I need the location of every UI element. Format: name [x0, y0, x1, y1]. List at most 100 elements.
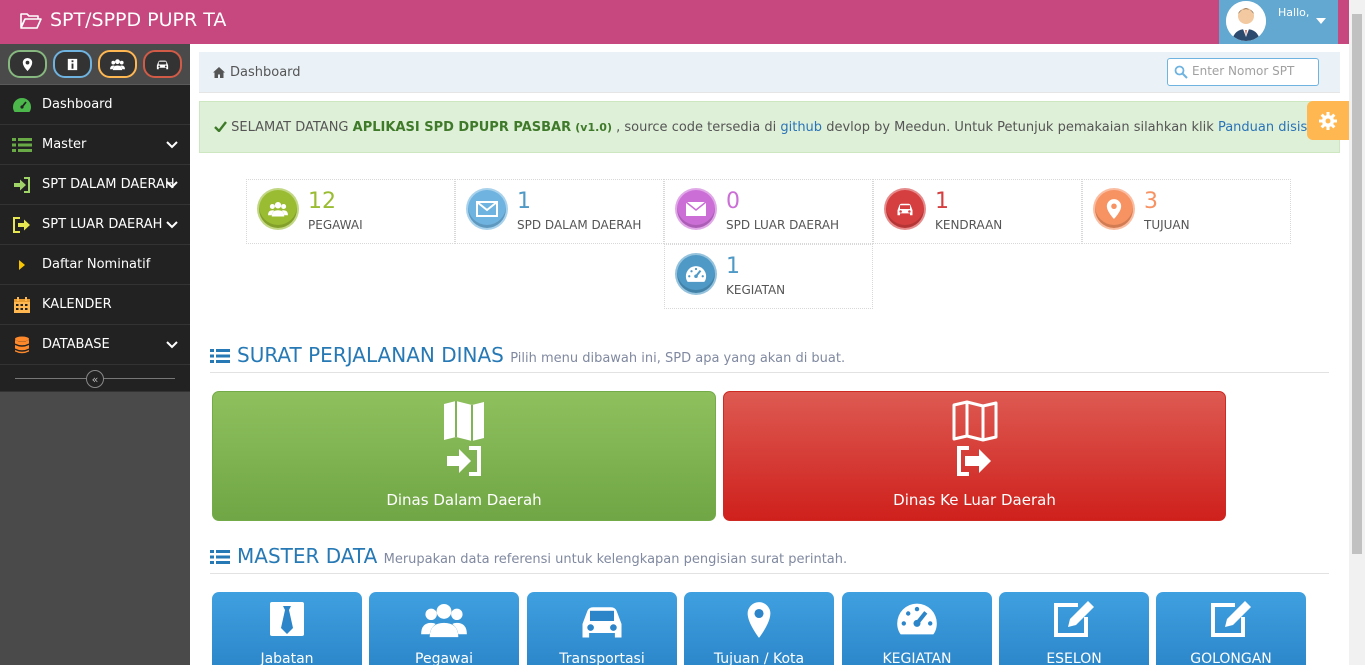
- infobox-pegawai[interactable]: 12 PEGAWAI: [246, 179, 455, 244]
- search-input[interactable]: [1192, 64, 1314, 78]
- master-section-header: MASTER DATA Merupakan data referensi unt…: [210, 544, 1329, 574]
- breadcrumb-item[interactable]: Dashboard: [213, 65, 301, 80]
- search-box[interactable]: [1167, 58, 1319, 86]
- shortcut-car-button[interactable]: [143, 50, 182, 78]
- shortcut-location-button[interactable]: [8, 50, 47, 78]
- section-title-text: SURAT PERJALANAN DINAS: [237, 343, 504, 367]
- tile-label: ESELON: [1046, 651, 1102, 665]
- list-icon: [210, 349, 230, 363]
- infobox-value: 0: [726, 189, 740, 214]
- chevron-down-icon: [166, 178, 178, 194]
- calendar-icon: [12, 296, 32, 314]
- map-marker-icon: [22, 57, 33, 71]
- alert-after-text: devlop by Meedun. Untuk Petunjuk pemakai…: [826, 120, 1214, 135]
- search-icon: [1174, 65, 1188, 79]
- section-title: SURAT PERJALANAN DINAS Pilih menu dibawa…: [237, 343, 845, 367]
- infobox-value: 12: [308, 189, 336, 214]
- info-icon: [67, 58, 78, 70]
- master-tile-pegawai[interactable]: Pegawai: [369, 592, 519, 665]
- page-scrollbar[interactable]: [1349, 0, 1365, 665]
- master-tile-eselon[interactable]: ESELON: [999, 592, 1149, 665]
- guide-link[interactable]: Panduan disisni: [1218, 120, 1319, 135]
- sidebar-item-dashboard[interactable]: Dashboard: [0, 85, 190, 125]
- infobox-label: KENDRAAN: [935, 218, 1003, 232]
- app-title: SPT/SPPD PUPR TA: [50, 9, 227, 31]
- sign-in-icon: [447, 446, 481, 476]
- sidebar-collapse-button[interactable]: «: [86, 370, 104, 388]
- car-icon: [156, 60, 169, 69]
- sidebar-item-label: KALENDER: [42, 297, 112, 312]
- sidebar-item-label: DATABASE: [42, 337, 110, 352]
- envelope-icon: [466, 188, 508, 230]
- infobox-kegiatan[interactable]: 1 KEGIATAN: [664, 244, 873, 309]
- welcome-alert: SELAMAT DATANG APLIKASI SPD DPUPR PASBAR…: [199, 101, 1340, 153]
- infobox-tujuan[interactable]: 3 TUJUAN: [1082, 179, 1291, 244]
- master-tile-golongan[interactable]: GOLONGAN: [1156, 592, 1306, 665]
- section-title: MASTER DATA Merupakan data referensi unt…: [237, 544, 847, 568]
- sidebar-item-spt-dalam-daerah[interactable]: SPT DALAM DAERAH: [0, 165, 190, 205]
- sidebar-item-label: Dashboard: [42, 97, 113, 112]
- app-brand[interactable]: SPT/SPPD PUPR TA: [20, 9, 226, 31]
- master-tile-kegiatan[interactable]: KEGIATAN: [842, 592, 992, 665]
- alert-message: SELAMAT DATANG APLIKASI SPD DPUPR PASBAR…: [214, 120, 1327, 135]
- sign-in-icon: [12, 176, 32, 194]
- edit-icon: [1054, 601, 1094, 637]
- edit-icon: [1211, 601, 1251, 637]
- infobox-spd-luar-daerah[interactable]: 0 SPD LUAR DAERAH: [664, 179, 873, 244]
- sidebar-collapse-row: «: [0, 365, 190, 392]
- button-label: Dinas Ke Luar Daerah: [893, 491, 1056, 509]
- infobox-value: 1: [726, 254, 740, 279]
- map-marker-icon: [747, 602, 771, 638]
- section-subtitle: Merupakan data referensi untuk kelengkap…: [383, 552, 848, 567]
- top-navbar: SPT/SPPD PUPR TA Hallo,: [0, 0, 1349, 44]
- dinas-ke-luar-daerah-button[interactable]: Dinas Ke Luar Daerah: [723, 391, 1226, 521]
- sidebar-item-label: SPT LUAR DAERAH: [42, 217, 163, 232]
- scrollbar-thumb[interactable]: [1352, 14, 1362, 554]
- tachometer-icon: [675, 253, 717, 295]
- github-link[interactable]: github: [780, 120, 822, 135]
- sidebar-shortcuts: [0, 44, 190, 85]
- list-icon: [12, 136, 32, 154]
- tile-label: Tujuan / Kota: [713, 651, 805, 665]
- section-title-text: MASTER DATA: [237, 544, 378, 568]
- home-icon: [213, 67, 225, 78]
- map-icon: [444, 401, 484, 441]
- master-tile-transportasi[interactable]: Transportasi: [527, 592, 677, 665]
- sidebar-item-daftar-nominatif[interactable]: Daftar Nominatif: [0, 245, 190, 285]
- dinas-dalam-daerah-button[interactable]: Dinas Dalam Daerah: [212, 391, 716, 521]
- infobox-kendraan[interactable]: 1 KENDRAAN: [873, 179, 1082, 244]
- shortcut-info-button[interactable]: [53, 50, 92, 78]
- breadcrumb: Dashboard: [199, 52, 1340, 93]
- tile-label: GOLONGAN: [1190, 651, 1272, 665]
- sidebar-item-kalender[interactable]: KALENDER: [0, 285, 190, 325]
- infobox-label: SPD LUAR DAERAH: [726, 218, 840, 232]
- settings-button[interactable]: [1307, 101, 1349, 140]
- alert-version: (v1.0): [575, 121, 612, 134]
- infobox-label: SPD DALAM DAERAH: [517, 218, 642, 232]
- folder-open-icon: [20, 13, 42, 29]
- double-chevron-left-icon: «: [91, 372, 99, 386]
- tachometer-icon: [12, 96, 32, 114]
- tile-label: Jabatan: [260, 651, 314, 665]
- sidebar-item-master[interactable]: Master: [0, 125, 190, 165]
- gear-icon: [1319, 111, 1337, 130]
- sidebar-item-database[interactable]: DATABASE: [0, 325, 190, 365]
- infobox-value: 1: [935, 189, 949, 214]
- alert-app-name: APLIKASI SPD DPUPR PASBAR: [352, 120, 572, 135]
- list-icon: [210, 550, 230, 564]
- users-icon: [110, 58, 125, 70]
- sidebar-item-spt-luar-daerah[interactable]: SPT LUAR DAERAH: [0, 205, 190, 245]
- master-tile-tujuan-kota[interactable]: Tujuan / Kota: [684, 592, 834, 665]
- chevron-down-icon: [166, 138, 178, 154]
- avatar: [1226, 1, 1266, 41]
- shortcut-users-button[interactable]: [98, 50, 137, 78]
- sign-out-icon: [956, 446, 991, 476]
- map-marker-icon: [1093, 188, 1135, 230]
- infobox-spd-dalam-daerah[interactable]: 1 SPD DALAM DAERAH: [455, 179, 664, 244]
- alert-middle-text: , source code tersedia di: [616, 120, 777, 135]
- infobox-label: PEGAWAI: [308, 218, 363, 232]
- master-tile-jabatan[interactable]: Jabatan: [212, 592, 362, 665]
- user-menu[interactable]: Hallo,: [1219, 0, 1338, 44]
- car-icon: [884, 188, 926, 230]
- envelope-icon: [675, 188, 717, 230]
